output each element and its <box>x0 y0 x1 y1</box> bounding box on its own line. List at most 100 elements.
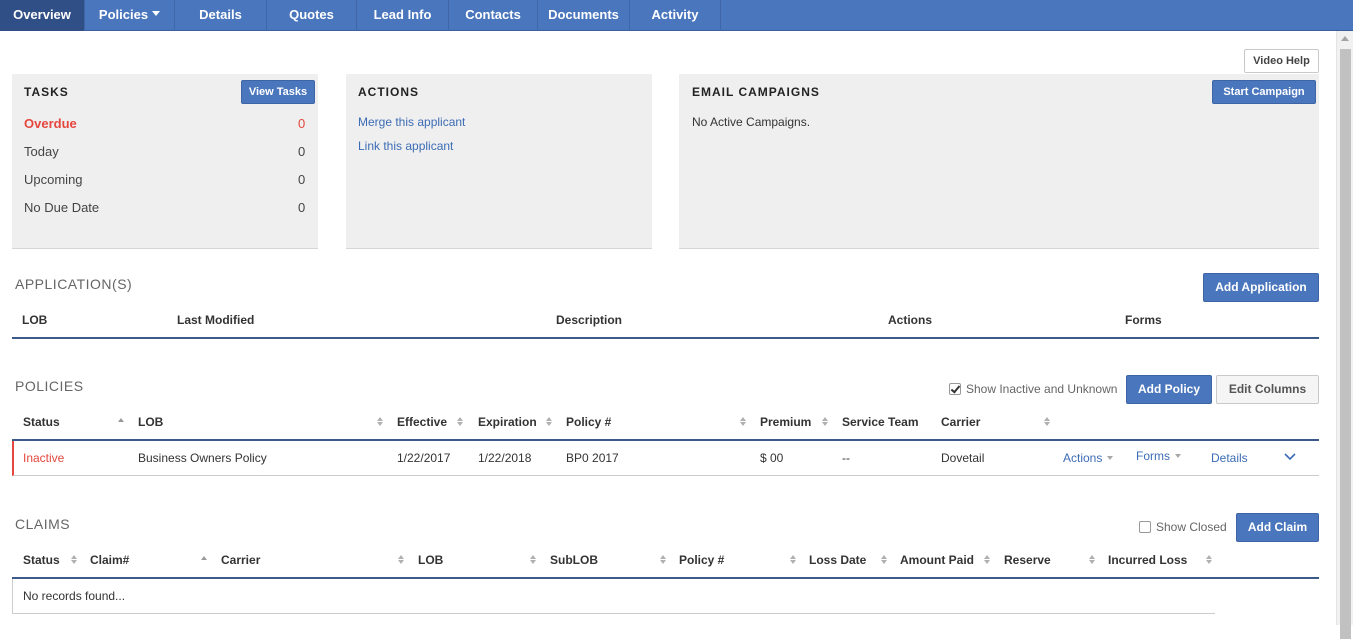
policy-col-lob[interactable]: LOB <box>138 415 163 429</box>
sort-icon[interactable] <box>546 417 553 427</box>
task-overdue-count: 0 <box>298 116 306 131</box>
policy-service-team: -- <box>842 451 850 465</box>
app-col-actions: Actions <box>888 313 933 327</box>
sort-icon[interactable] <box>660 555 667 565</box>
task-today-label[interactable]: Today <box>24 144 59 159</box>
page-scrollbar[interactable] <box>1336 31 1353 639</box>
email-campaigns-title: EMAIL CAMPAIGNS <box>692 85 820 99</box>
policy-status: Inactive <box>23 451 65 465</box>
applications-title: APPLICATION(S) <box>15 276 133 292</box>
actions-panel: ACTIONS Merge this applicant Link this a… <box>346 74 652 249</box>
add-application-button[interactable]: Add Application <box>1203 273 1319 302</box>
policy-premium: $ 00 <box>760 451 784 465</box>
tab-activity[interactable]: Activity <box>630 0 721 31</box>
show-inactive-checkbox[interactable] <box>949 383 961 395</box>
claim-col-status[interactable]: Status <box>23 553 60 567</box>
policy-col-expiration[interactable]: Expiration <box>478 415 537 429</box>
claim-col-loss-date[interactable]: Loss Date <box>809 553 866 567</box>
email-campaigns-panel: EMAIL CAMPAIGNS Start Campaign No Active… <box>679 74 1319 249</box>
tab-documents[interactable]: Documents <box>538 0 630 31</box>
claim-col-amount-paid[interactable]: Amount Paid <box>900 553 974 567</box>
sort-icon[interactable] <box>1044 417 1051 427</box>
policy-actions-label: Actions <box>1063 451 1103 465</box>
app-col-lob: LOB <box>22 313 48 327</box>
policy-col-policy-number[interactable]: Policy # <box>566 415 611 429</box>
tab-quotes[interactable]: Quotes <box>267 0 357 31</box>
sort-icon[interactable] <box>740 417 747 427</box>
sort-icon[interactable] <box>984 555 991 565</box>
sort-icon[interactable] <box>377 417 384 427</box>
policy-col-effective[interactable]: Effective <box>397 415 447 429</box>
policy-actions-dropdown[interactable]: Actions <box>1063 451 1114 465</box>
sort-icon[interactable] <box>457 417 464 427</box>
sort-icon[interactable] <box>881 555 888 565</box>
policy-col-carrier[interactable]: Carrier <box>941 415 980 429</box>
claims-empty-row <box>12 579 1215 614</box>
sort-asc-icon[interactable] <box>118 418 125 423</box>
merge-applicant-link[interactable]: Merge this applicant <box>358 115 465 129</box>
tab-lead-info[interactable]: Lead Info <box>357 0 449 31</box>
policy-carrier: Dovetail <box>941 451 985 465</box>
tab-overview[interactable]: Overview <box>0 0 85 31</box>
task-upcoming-count: 0 <box>298 172 306 187</box>
policy-expiration: 1/22/2018 <box>478 451 532 465</box>
actions-title: ACTIONS <box>358 85 419 99</box>
show-closed-checkbox[interactable] <box>1139 521 1151 533</box>
scroll-up-arrow-icon[interactable] <box>1341 36 1349 41</box>
sort-icon[interactable] <box>790 555 797 565</box>
claim-col-reserve[interactable]: Reserve <box>1004 553 1051 567</box>
sort-asc-icon[interactable] <box>201 556 208 561</box>
view-tasks-button[interactable]: View Tasks <box>241 80 315 104</box>
start-campaign-button[interactable]: Start Campaign <box>1212 80 1316 104</box>
claim-col-claim-number[interactable]: Claim# <box>90 553 129 567</box>
policies-title: POLICIES <box>15 378 84 394</box>
add-claim-button[interactable]: Add Claim <box>1236 513 1319 542</box>
policy-col-service-team[interactable]: Service Team <box>842 415 919 429</box>
app-col-last-modified: Last Modified <box>177 313 255 327</box>
policy-details-link[interactable]: Details <box>1211 451 1248 465</box>
task-no-due-date-label[interactable]: No Due Date <box>24 200 99 215</box>
edit-columns-button[interactable]: Edit Columns <box>1216 375 1319 404</box>
chevron-down-icon <box>1107 455 1114 460</box>
claim-col-lob[interactable]: LOB <box>418 553 443 567</box>
show-inactive-label[interactable]: Show Inactive and Unknown <box>966 382 1117 396</box>
scrollbar-thumb[interactable] <box>1340 49 1351 639</box>
task-no-due-date-count: 0 <box>298 200 306 215</box>
sort-icon[interactable] <box>1089 555 1096 565</box>
top-nav: Overview Policies Details Quotes Lead In… <box>0 0 1353 31</box>
app-col-forms: Forms <box>1125 313 1162 327</box>
sort-icon[interactable] <box>1206 555 1213 565</box>
claims-title: CLAIMS <box>15 516 71 532</box>
tab-contacts[interactable]: Contacts <box>449 0 538 31</box>
add-policy-button[interactable]: Add Policy <box>1126 375 1212 404</box>
claims-empty-text: No records found... <box>23 589 126 603</box>
sort-icon[interactable] <box>398 555 405 565</box>
chevron-down-icon <box>1175 453 1181 458</box>
video-help-button[interactable]: Video Help <box>1244 49 1319 73</box>
claim-col-incurred-loss[interactable]: Incurred Loss <box>1108 553 1187 567</box>
claim-col-carrier[interactable]: Carrier <box>221 553 260 567</box>
claim-col-policy-number[interactable]: Policy # <box>679 553 724 567</box>
policy-col-status[interactable]: Status <box>23 415 60 429</box>
sort-icon[interactable] <box>71 555 78 565</box>
no-campaigns-text: No Active Campaigns. <box>692 115 811 129</box>
chevron-down-icon <box>152 11 161 17</box>
policy-forms-label: Forms <box>1136 449 1170 463</box>
policy-forms-dropdown[interactable]: Forms <box>1136 449 1181 463</box>
expand-row-chevron-icon[interactable] <box>1284 450 1296 465</box>
policy-lob: Business Owners Policy <box>138 451 267 465</box>
show-closed-label[interactable]: Show Closed <box>1156 520 1227 534</box>
claim-col-sublob[interactable]: SubLOB <box>550 553 598 567</box>
tab-policies-label: Policies <box>98 7 149 22</box>
tab-details[interactable]: Details <box>175 0 267 31</box>
tasks-panel: TASKS View Tasks Overdue 0 Today 0 Upcom… <box>12 74 318 249</box>
policy-number: BP0 2017 <box>566 451 619 465</box>
tab-policies[interactable]: Policies <box>85 0 175 31</box>
link-applicant-link[interactable]: Link this applicant <box>358 139 453 153</box>
policy-col-premium[interactable]: Premium <box>760 415 811 429</box>
task-upcoming-label[interactable]: Upcoming <box>24 172 83 187</box>
task-overdue-label[interactable]: Overdue <box>24 116 77 131</box>
sort-icon[interactable] <box>822 417 829 427</box>
app-col-description: Description <box>556 313 623 327</box>
sort-icon[interactable] <box>530 555 537 565</box>
